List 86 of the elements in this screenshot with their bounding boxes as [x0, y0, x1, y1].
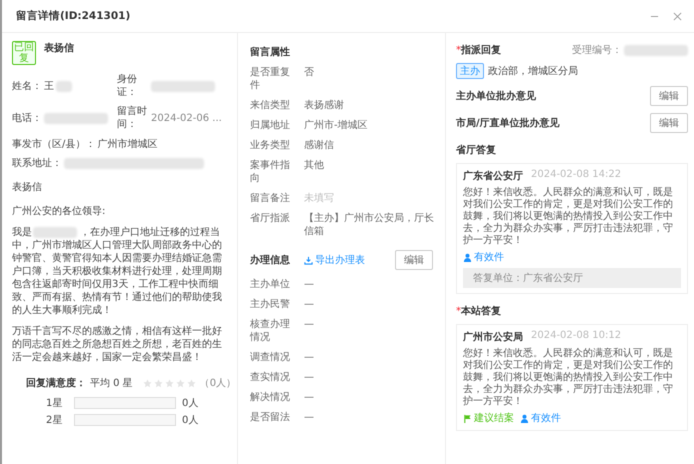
- property-label: 是否留法: [250, 411, 291, 424]
- property-label: 省厅指派: [250, 212, 291, 226]
- property-value: 【主办】广州市公安局，厅长信箱: [304, 212, 435, 238]
- property-value: 否: [304, 66, 314, 80]
- property-value: 广州市-增城区: [304, 119, 368, 132]
- close-case-link[interactable]: 建议结案: [463, 411, 514, 425]
- star-level-label: 1星: [46, 397, 64, 410]
- letter-paragraph: 我是 ，在办理户口地址迁移的过程当中，广州市增城区人口管理大队周部政务中心的钟警官、黄警官得知本人因需要办理结婚证急需户口簿，当天积极收集材料进行处理，处理周期包含往返邮寄时间仅用3天，工作工程中快而细致、严而有据、热情有节！通过他们的帮助使我的人生大事顺利完成！: [12, 226, 223, 317]
- close-icon[interactable]: [673, 12, 682, 20]
- rating-row-count: 0人: [182, 397, 198, 410]
- section-title: 留言属性: [250, 45, 291, 59]
- unit-names: 政治部，增城区分局: [488, 64, 578, 78]
- redacted-block: [151, 80, 215, 92]
- rating-label: 回复满意度：: [26, 376, 86, 390]
- property-label: 查实情况: [250, 371, 291, 384]
- valid-case-link[interactable]: 有效件: [463, 250, 504, 264]
- property-label: 业务类型: [250, 139, 291, 152]
- field-label: 身份证：: [117, 73, 138, 99]
- property-value: —: [304, 298, 314, 311]
- section-title: 本站答复: [461, 304, 501, 318]
- property-label: 案事件指向: [250, 159, 291, 185]
- reply-author: 广东省公安厅: [463, 169, 523, 183]
- field-value: 2024-02-06 ...: [151, 112, 222, 124]
- property-value: 未填写: [304, 192, 334, 205]
- reply-unit: 答复单位：广东省公安厅: [463, 268, 681, 288]
- rating-row-count: 0人: [182, 414, 198, 427]
- opinion-label: 主办单位批办意见: [456, 89, 536, 103]
- property-value: —: [304, 278, 314, 291]
- redacted-block: [624, 44, 688, 56]
- property-label: 解决情况: [250, 391, 291, 404]
- reply-text: 您好！来信收悉。人民群众的满意和认可，既是对我们公安工作的肯定，更是对我们公安工作的鼓舞，我们将以更饱满的热情投入到公安工作中去，全力为群众办实事，严厉打击违法犯罪，守护一方平安！: [463, 187, 674, 247]
- field-label: 事发市（区/县）：: [12, 138, 96, 150]
- field-label: 姓名：: [12, 80, 42, 92]
- field-label: 受理编号：: [572, 44, 622, 57]
- person-icon: [520, 414, 529, 422]
- dialog-title: 留言详情(ID:241301): [16, 9, 132, 23]
- star-level-label: 2星: [46, 414, 64, 427]
- field-value: 广州市增城区: [97, 138, 158, 151]
- property-label: 来信类型: [250, 99, 291, 112]
- required-mark: *: [456, 45, 461, 56]
- edit-button[interactable]: 编辑: [395, 250, 433, 270]
- field-label: 联系地址：: [12, 157, 62, 170]
- field-label: 留言时间：: [117, 105, 148, 131]
- redacted-block: [56, 80, 72, 92]
- rating-count: （0人）: [200, 377, 236, 390]
- export-link[interactable]: 导出办理表: [304, 253, 365, 267]
- section-title: 办理信息: [250, 254, 291, 267]
- section-title: 省厅答复: [456, 144, 496, 157]
- property-label: 调查情况: [250, 351, 291, 364]
- property-value: —: [304, 391, 314, 404]
- redacted-block: [44, 112, 108, 124]
- valid-case-link[interactable]: 有效件: [520, 411, 561, 425]
- edit-button[interactable]: 编辑: [650, 113, 688, 133]
- person-icon: [463, 252, 472, 262]
- property-value: —: [304, 411, 314, 424]
- property-label: 核查办理情况: [250, 318, 291, 344]
- property-value: —: [304, 351, 314, 364]
- letter-type: 表扬信: [44, 42, 74, 55]
- download-icon: [304, 256, 313, 264]
- flag-icon: [463, 414, 472, 422]
- property-value: 表扬感谢: [304, 99, 344, 112]
- property-value: 其他: [304, 159, 324, 173]
- letter-paragraph: 万语千言写不尽的感激之情，相信有这样一批好的同志急百姓之所急想百姓之所想，老百姓的生活一定会越来越好，国家一定会繁荣昌盛！: [12, 325, 223, 364]
- property-label: 留言备注: [250, 192, 291, 205]
- field-label: 电话：: [12, 112, 42, 124]
- reply-time: 2024-02-08 14:22: [531, 169, 622, 182]
- property-value: —: [304, 318, 314, 332]
- status-tag: 已回复: [12, 41, 36, 65]
- field-value: 王: [44, 80, 54, 93]
- rating-average: 平均 0 星: [90, 377, 133, 390]
- property-value: 感谢信: [304, 139, 334, 152]
- reply-text: 您好！来信收悉。人民群众的满意和认可，既是对我们公安工作的肯定，更是对我们公安工作的鼓舞，我们将以更饱满的热情投入到公安工作中去，全力为群众办实事，严厉打击违法犯罪，守护一方平安！: [463, 348, 674, 408]
- property-label: 主办民警: [250, 298, 291, 311]
- property-label: 归属地址: [250, 119, 291, 132]
- reply-time: 2024-02-08 10:12: [531, 330, 622, 343]
- reply-author: 广州市公安局: [463, 330, 523, 344]
- edit-button[interactable]: 编辑: [650, 86, 688, 106]
- opinion-label: 市局/厅直单位批办意见: [456, 116, 560, 130]
- letter-greeting: 广州公安的各位领导:: [12, 204, 106, 218]
- required-mark: *: [456, 306, 461, 317]
- section-title: 指派回复: [461, 44, 501, 57]
- letter-subject: 表扬信: [12, 180, 43, 194]
- property-label: 是否重复件: [250, 66, 291, 92]
- property-value: —: [304, 371, 314, 384]
- property-label: 主办单位: [250, 278, 291, 291]
- role-tag: 主办: [456, 63, 484, 79]
